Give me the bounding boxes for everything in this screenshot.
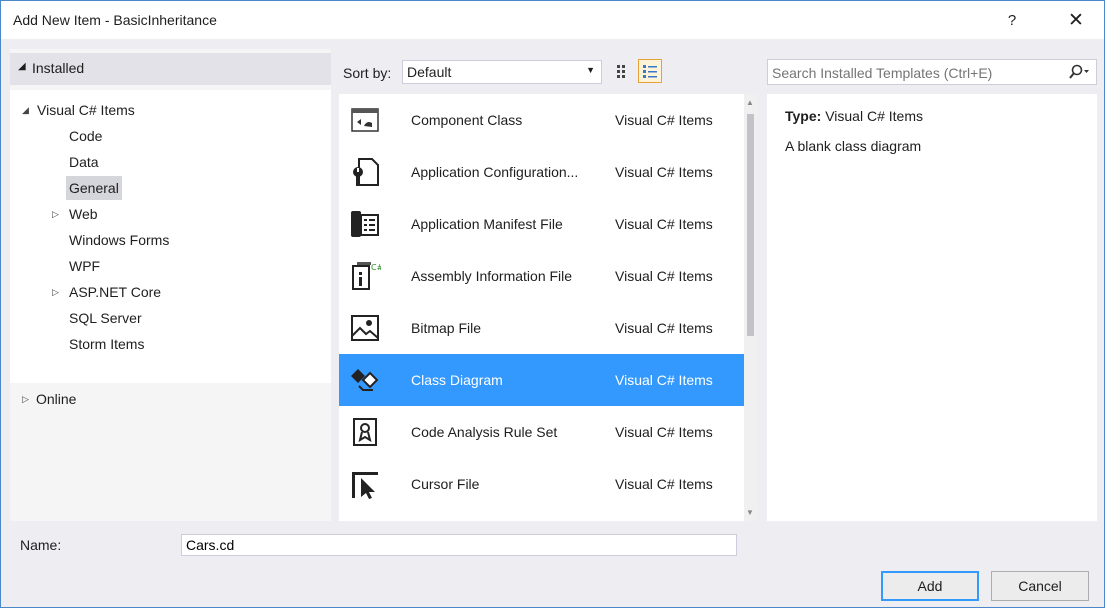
template-language: Visual C# Items: [615, 476, 713, 492]
template-name: Application Configuration...: [411, 164, 579, 180]
template-language: Visual C# Items: [615, 216, 713, 232]
tree-item-general[interactable]: General: [66, 176, 122, 200]
tree-item-windows-forms[interactable]: Windows Forms: [66, 228, 172, 252]
template-row[interactable]: Application Configuration... Visual C# I…: [339, 146, 744, 198]
type-value: Visual C# Items: [825, 108, 923, 124]
window-title: Add New Item - BasicInheritance: [13, 12, 217, 28]
cancel-button[interactable]: Cancel: [991, 571, 1089, 601]
template-panel: Sort by: Default ▼ Component Class Visua…: [339, 49, 757, 521]
tree-item-visual-csharp[interactable]: Visual C# Items: [34, 98, 138, 122]
template-language: Visual C# Items: [615, 372, 713, 388]
add-new-item-dialog: Add New Item - BasicInheritance ? ✕ ◢ In…: [0, 0, 1105, 608]
template-row[interactable]: Cursor File Visual C# Items: [339, 458, 744, 510]
details-panel: Type: Visual C# Items A blank class diag…: [767, 49, 1097, 521]
category-tree: ◢ Visual C# Items Code Data General ▷ We…: [10, 90, 331, 383]
collapsed-arrow-icon: ▷: [22, 394, 29, 404]
template-name: Assembly Information File: [411, 268, 573, 284]
dropdown-caret-icon: ▼: [586, 65, 595, 75]
class-diagram-icon: [349, 364, 381, 396]
tree-item-data[interactable]: Data: [66, 150, 102, 174]
add-button[interactable]: Add: [881, 571, 979, 601]
rule-set-icon: [349, 416, 381, 448]
template-language: Visual C# Items: [615, 320, 713, 336]
template-name: Class Diagram: [411, 372, 503, 388]
template-name: Application Manifest File: [411, 216, 563, 232]
template-name: Code Analysis Rule Set: [411, 424, 558, 440]
template-row[interactable]: Bitmap File Visual C# Items: [339, 302, 744, 354]
template-type: Type: Visual C# Items: [785, 108, 923, 124]
collapse-arrow-icon: ◢: [18, 61, 26, 72]
sort-by-label: Sort by:: [343, 65, 392, 81]
collapsed-arrow-icon[interactable]: ▷: [52, 280, 59, 304]
template-language: Visual C# Items: [615, 112, 713, 128]
name-input[interactable]: [181, 534, 737, 556]
svg-text:C#: C#: [371, 263, 381, 272]
search-box[interactable]: [767, 59, 1097, 85]
online-node[interactable]: ▷ Online: [10, 387, 331, 411]
list-view-button[interactable]: [638, 59, 662, 83]
tree-item-code[interactable]: Code: [66, 124, 105, 148]
search-input[interactable]: [770, 62, 1054, 84]
template-row[interactable]: Code Analysis Rule Set Visual C# Items: [339, 406, 744, 458]
tree-item-storm-items[interactable]: Storm Items: [66, 332, 147, 356]
collapsed-arrow-icon[interactable]: ▷: [52, 202, 59, 226]
sort-by-dropdown[interactable]: Default ▼: [402, 60, 602, 84]
manifest-icon: [349, 208, 381, 240]
app-config-icon: [349, 156, 381, 188]
template-language: Visual C# Items: [615, 424, 713, 440]
installed-header[interactable]: ◢ Installed: [10, 53, 331, 85]
template-name: Cursor File: [411, 476, 480, 492]
template-row[interactable]: Component Class Visual C# Items: [339, 94, 744, 146]
template-name: Bitmap File: [411, 320, 482, 336]
title-bar: Add New Item - BasicInheritance ? ✕: [1, 1, 1104, 39]
type-label: Type:: [785, 108, 822, 124]
component-class-icon: [349, 104, 381, 136]
cursor-icon: [349, 468, 381, 500]
tree-item-aspnet-core[interactable]: ASP.NET Core: [66, 280, 164, 304]
details-list-icon: [643, 65, 657, 78]
name-row: Name:: [1, 531, 1104, 561]
search-icon[interactable]: [1068, 63, 1090, 81]
close-button[interactable]: ✕: [1061, 7, 1091, 33]
small-icons-icon: [617, 65, 625, 78]
template-list: Component Class Visual C# Items Applicat…: [339, 94, 744, 521]
template-details: Type: Visual C# Items A blank class diag…: [767, 94, 1097, 521]
template-row[interactable]: C# Assembly Information File Visual C# I…: [339, 250, 744, 302]
bitmap-icon: [349, 312, 381, 344]
sort-toolbar: Sort by: Default ▼: [339, 49, 757, 93]
tree-item-wpf[interactable]: WPF: [66, 254, 103, 278]
small-icons-view-button[interactable]: [611, 59, 635, 83]
online-label: Online: [36, 391, 77, 407]
scroll-thumb[interactable]: [747, 114, 754, 336]
template-language: Visual C# Items: [615, 268, 713, 284]
template-row[interactable]: Application Manifest File Visual C# Item…: [339, 198, 744, 250]
scroll-up-arrow-icon[interactable]: ▲: [746, 98, 754, 107]
tree-item-sql-server[interactable]: SQL Server: [66, 306, 145, 330]
assembly-info-icon: C#: [349, 260, 381, 292]
template-description: A blank class diagram: [785, 138, 922, 154]
sort-by-value: Default: [407, 64, 452, 80]
installed-label: Installed: [32, 60, 85, 76]
template-scrollbar[interactable]: ▲ ▼: [744, 94, 757, 521]
category-panel: ◢ Installed ◢ Visual C# Items Code Data …: [10, 49, 331, 521]
tree-item-web[interactable]: Web: [66, 202, 101, 226]
template-name: Component Class: [411, 112, 523, 128]
template-language: Visual C# Items: [615, 164, 713, 180]
scroll-down-arrow-icon[interactable]: ▼: [746, 508, 754, 517]
template-row-selected[interactable]: Class Diagram Visual C# Items: [339, 354, 744, 406]
expanded-arrow-icon: ◢: [22, 105, 29, 115]
help-button[interactable]: ?: [997, 7, 1027, 33]
name-label: Name:: [20, 537, 62, 553]
